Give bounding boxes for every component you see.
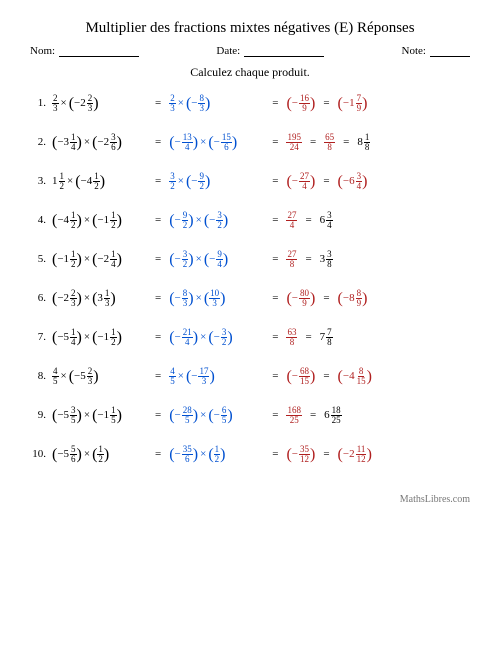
- note-field: Note:: [402, 45, 470, 57]
- problem-number: 7.: [30, 332, 46, 343]
- name-line: [59, 56, 139, 57]
- problem-number: 9.: [30, 410, 46, 421]
- note-line: [430, 56, 470, 57]
- problem-number: 1.: [30, 98, 46, 109]
- problem-number: 5.: [30, 254, 46, 265]
- instruction: Calculez chaque produit.: [30, 65, 470, 80]
- problem-row: 5.−112×−214=32×94=278=338: [30, 250, 470, 269]
- problem-row: 2.−314×−236=134×156=19524=658=818: [30, 133, 470, 152]
- problem-row: 8.45×−523=45×173=6815=−4815: [30, 367, 470, 386]
- problem-number: 4.: [30, 215, 46, 226]
- problem-number: 10.: [30, 449, 46, 460]
- date-field: Date:: [216, 45, 324, 57]
- note-label: Note:: [402, 45, 426, 57]
- name-field: Nom:: [30, 45, 139, 57]
- problem-number: 8.: [30, 371, 46, 382]
- name-label: Nom:: [30, 45, 55, 57]
- problem-number: 3.: [30, 176, 46, 187]
- problem-row: 7.−514×−112=214×32=638=778: [30, 328, 470, 347]
- problem-row: 4.−412×−112=92×32=274=634: [30, 211, 470, 230]
- problem-row: 6.−223×313=83×103=809=−889: [30, 289, 470, 308]
- problem-number: 6.: [30, 293, 46, 304]
- footer: MathsLibres.com: [30, 494, 470, 505]
- header-fields: Nom: Date: Note:: [30, 45, 470, 57]
- problem-row: 3.112×−412=32×92=274=−634: [30, 172, 470, 191]
- problem-number: 2.: [30, 137, 46, 148]
- problem-list: 1.23×−223=23×83=169=−179 2.−314×−236=134×…: [30, 94, 470, 464]
- problem-row: 9.−535×−115=285×65=16825=61825: [30, 406, 470, 425]
- date-label: Date:: [216, 45, 240, 57]
- problem-row: 10.−556×12=356×12=3512=−21112: [30, 445, 470, 464]
- problem-row: 1.23×−223=23×83=169=−179: [30, 94, 470, 113]
- page-title: Multiplier des fractions mixtes négative…: [30, 20, 470, 37]
- date-line: [244, 56, 324, 57]
